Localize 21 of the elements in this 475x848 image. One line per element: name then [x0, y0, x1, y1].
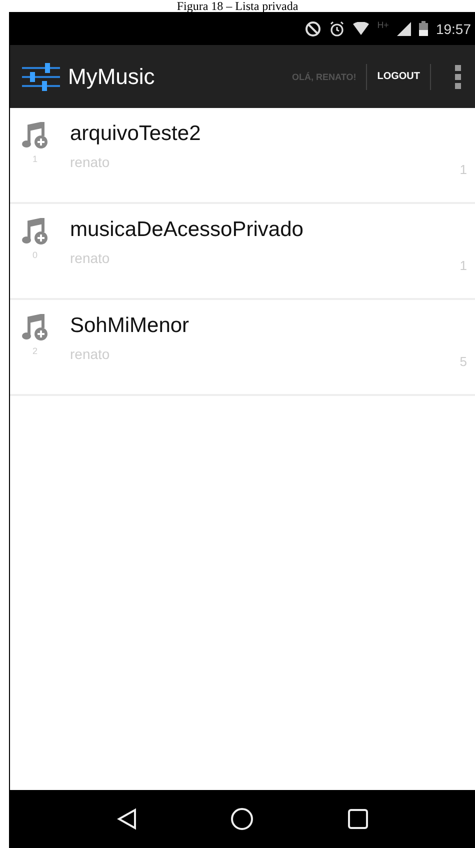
do-not-disturb-icon	[305, 20, 322, 36]
alarm-icon	[329, 20, 346, 36]
wifi-icon	[353, 22, 370, 35]
clock-time: 19:57	[436, 20, 471, 36]
logout-button[interactable]: LOGOUT	[367, 64, 431, 90]
figure-caption: Figura 18 – Lista privada	[176, 0, 298, 12]
overflow-menu-icon[interactable]	[455, 64, 461, 88]
music-note-add-icon	[22, 218, 48, 246]
network-type: H+	[377, 20, 389, 30]
back-icon[interactable]	[117, 808, 138, 830]
music-note-add-icon	[22, 122, 48, 150]
music-note-add-icon	[22, 314, 48, 342]
song-title: SohMiMenor	[70, 314, 190, 338]
recent-apps-icon[interactable]	[348, 809, 368, 829]
app-title: MyMusic	[68, 64, 156, 90]
song-title: musicaDeAcessoPrivado	[70, 218, 304, 242]
battery-icon	[418, 21, 428, 36]
equalizer-icon	[22, 62, 60, 92]
home-icon[interactable]	[231, 808, 254, 830]
song-title: arquivoTeste2	[70, 122, 202, 146]
signal-icon	[396, 22, 411, 36]
